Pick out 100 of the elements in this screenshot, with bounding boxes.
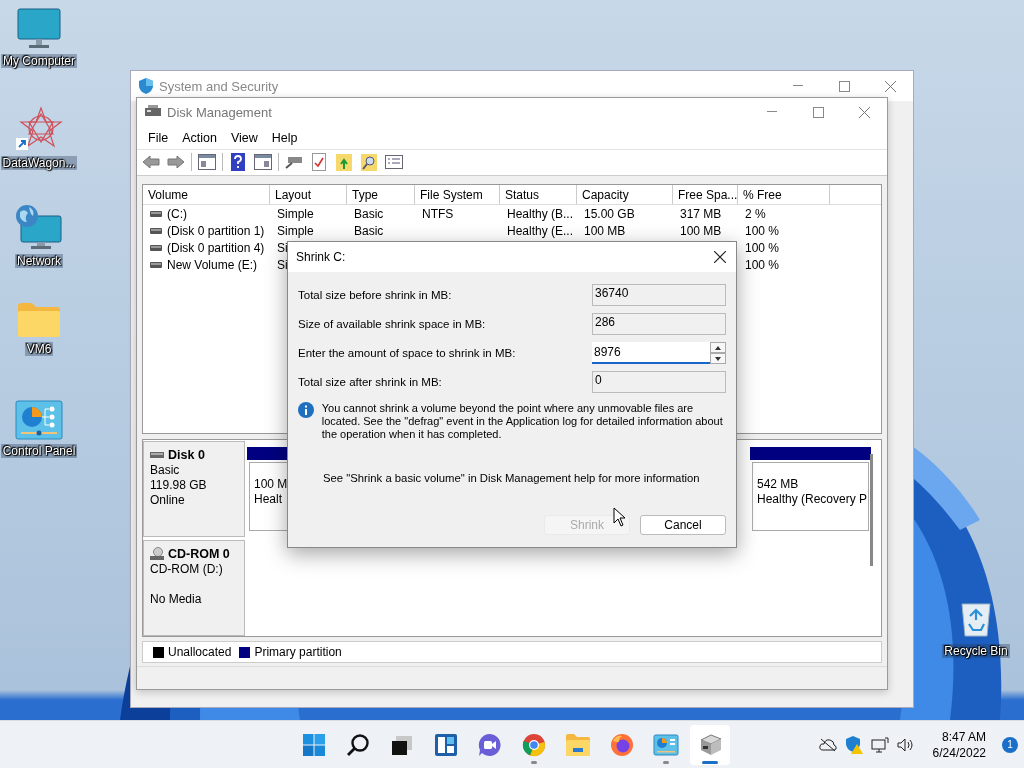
- spin-up-button[interactable]: [710, 342, 726, 353]
- checklist-icon[interactable]: [385, 155, 403, 170]
- search-icon: [346, 732, 370, 757]
- column-header[interactable]: Capacity: [577, 185, 673, 205]
- disk-info-panel[interactable]: Disk 0 Basic 119.98 GB Online: [143, 441, 245, 538]
- help-text: See "Shrink a basic volume" in Disk Management help for more information: [322, 471, 701, 484]
- column-header[interactable]: Volume: [143, 185, 270, 205]
- table-cell: (C:): [167, 206, 187, 221]
- chat-icon: [478, 732, 502, 757]
- info-message: You cannot shrink a volume beyond the point where any unmovable files are located. See the "defrag" event in the Application log for detailed information about the operation when it has completed.: [321, 402, 724, 441]
- drive-connect-icon[interactable]: [285, 155, 303, 170]
- shield-warning-icon[interactable]: [844, 735, 863, 754]
- browser-icon: [522, 732, 546, 757]
- clock-time[interactable]: 8:47 AM: [941, 728, 986, 745]
- drive-icon: [150, 261, 162, 268]
- monitor-icon: [17, 8, 61, 50]
- drive-icon: [150, 210, 162, 217]
- drive-icon: [150, 244, 162, 251]
- notification-badge[interactable]: 1: [1002, 736, 1018, 753]
- close-icon: [858, 106, 870, 118]
- start-icon: [302, 732, 326, 757]
- disk-detail: Basic: [150, 463, 181, 478]
- info-icon: [298, 402, 314, 418]
- maximize-icon: [838, 80, 850, 92]
- menu-item[interactable]: View: [223, 128, 265, 147]
- disk-detail: 119.98 GB: [150, 478, 208, 493]
- menu-item[interactable]: Help: [264, 128, 305, 147]
- network-icon: [15, 204, 63, 250]
- control-panel-icon: [653, 733, 679, 756]
- forward-arrow-icon[interactable]: [167, 155, 185, 170]
- disk-name: Disk 0: [168, 448, 205, 463]
- table-cell: Simple: [277, 223, 314, 238]
- dialog-button[interactable]: Cancel: [640, 515, 726, 535]
- table-cell: Basic: [354, 206, 384, 221]
- table-cell: 100 %: [745, 223, 780, 238]
- menu-item[interactable]: File: [141, 128, 176, 147]
- field-label: Total size before shrink in MB:: [298, 289, 453, 301]
- volume-icon[interactable]: [896, 737, 915, 752]
- cursor-icon: [613, 507, 627, 527]
- folder-icon: [17, 302, 61, 338]
- disk-drive-icon: [698, 733, 722, 756]
- column-header[interactable]: Type: [347, 185, 415, 205]
- minimize-icon: [767, 111, 777, 114]
- disk-detail: Online: [150, 493, 186, 508]
- disk-info-panel[interactable]: CD-ROM 0 CD-ROM (D:) No Media: [143, 540, 245, 637]
- table-cell: 2 %: [745, 206, 766, 221]
- column-header[interactable]: % Free: [738, 185, 830, 205]
- down-arrow-icon: [715, 356, 721, 361]
- desktop-icon-label[interactable]: Recycle Bin: [942, 644, 1010, 658]
- partition-detail: 100 M: [254, 477, 288, 492]
- column-header[interactable]: Status: [500, 185, 577, 205]
- table-cell: Simple: [277, 206, 314, 221]
- column-header[interactable]: File System: [415, 185, 500, 205]
- window-title: Disk Management: [167, 104, 272, 120]
- table-cell: New Volume (E:): [167, 257, 258, 272]
- widgets-icon: [434, 732, 458, 757]
- menu-item[interactable]: Action: [175, 128, 224, 147]
- clock-date[interactable]: 6/24/2022: [932, 744, 986, 761]
- column-header[interactable]: Free Spa...: [673, 185, 738, 205]
- checked-document-icon[interactable]: [312, 153, 326, 172]
- table-cell: 317 MB: [680, 206, 722, 221]
- panel-icon[interactable]: [198, 154, 216, 171]
- readonly-field: 286: [592, 313, 726, 335]
- table-cell: 100 MB: [584, 223, 626, 238]
- partition-detail: Healt: [254, 492, 282, 507]
- disk-detail: CD-ROM (D:): [150, 562, 224, 577]
- help-icon[interactable]: [231, 153, 245, 172]
- up-arrow-icon: [715, 345, 721, 350]
- maximize-icon: [812, 106, 824, 118]
- disk-management-button[interactable]: [690, 724, 730, 765]
- panel-icon[interactable]: [254, 154, 272, 171]
- table-cell: Si: [277, 257, 288, 272]
- field-label: Size of available shrink space in MB:: [298, 318, 487, 330]
- legend-label: Primary partition: [254, 645, 342, 660]
- folder-up-icon[interactable]: [336, 153, 352, 172]
- table-cell: 100 %: [745, 257, 780, 272]
- cloud-off-icon[interactable]: [818, 737, 837, 752]
- field-label: Enter the amount of space to shrink in MB:: [298, 347, 517, 359]
- table-cell: Si: [277, 240, 288, 255]
- table-cell: Basic: [354, 223, 384, 238]
- table-cell: (Disk 0 partition 1): [167, 223, 265, 238]
- star-pattern-icon: [15, 106, 63, 152]
- folder-icon: [565, 732, 591, 757]
- minimize-icon: [793, 85, 803, 87]
- back-arrow-icon[interactable]: [142, 155, 160, 170]
- table-cell: (Disk 0 partition 4): [167, 240, 265, 255]
- spin-down-button[interactable]: [710, 353, 726, 364]
- column-header[interactable]: Layout: [270, 185, 347, 205]
- network-icon[interactable]: [870, 736, 889, 753]
- folder-search-icon[interactable]: [361, 153, 377, 172]
- close-icon: [884, 80, 896, 92]
- control-panel-icon: [15, 400, 63, 440]
- table-cell: Healthy (E...: [507, 223, 574, 238]
- readonly-field: 36740: [592, 284, 726, 306]
- scrollbar[interactable]: [870, 454, 873, 567]
- input-field[interactable]: 8976: [592, 342, 710, 364]
- cd-drive-icon: [150, 547, 164, 562]
- table-cell: Healthy (B...: [507, 206, 574, 221]
- field-label: Total size after shrink in MB:: [298, 376, 443, 388]
- disk-name: CD-ROM 0: [168, 547, 230, 562]
